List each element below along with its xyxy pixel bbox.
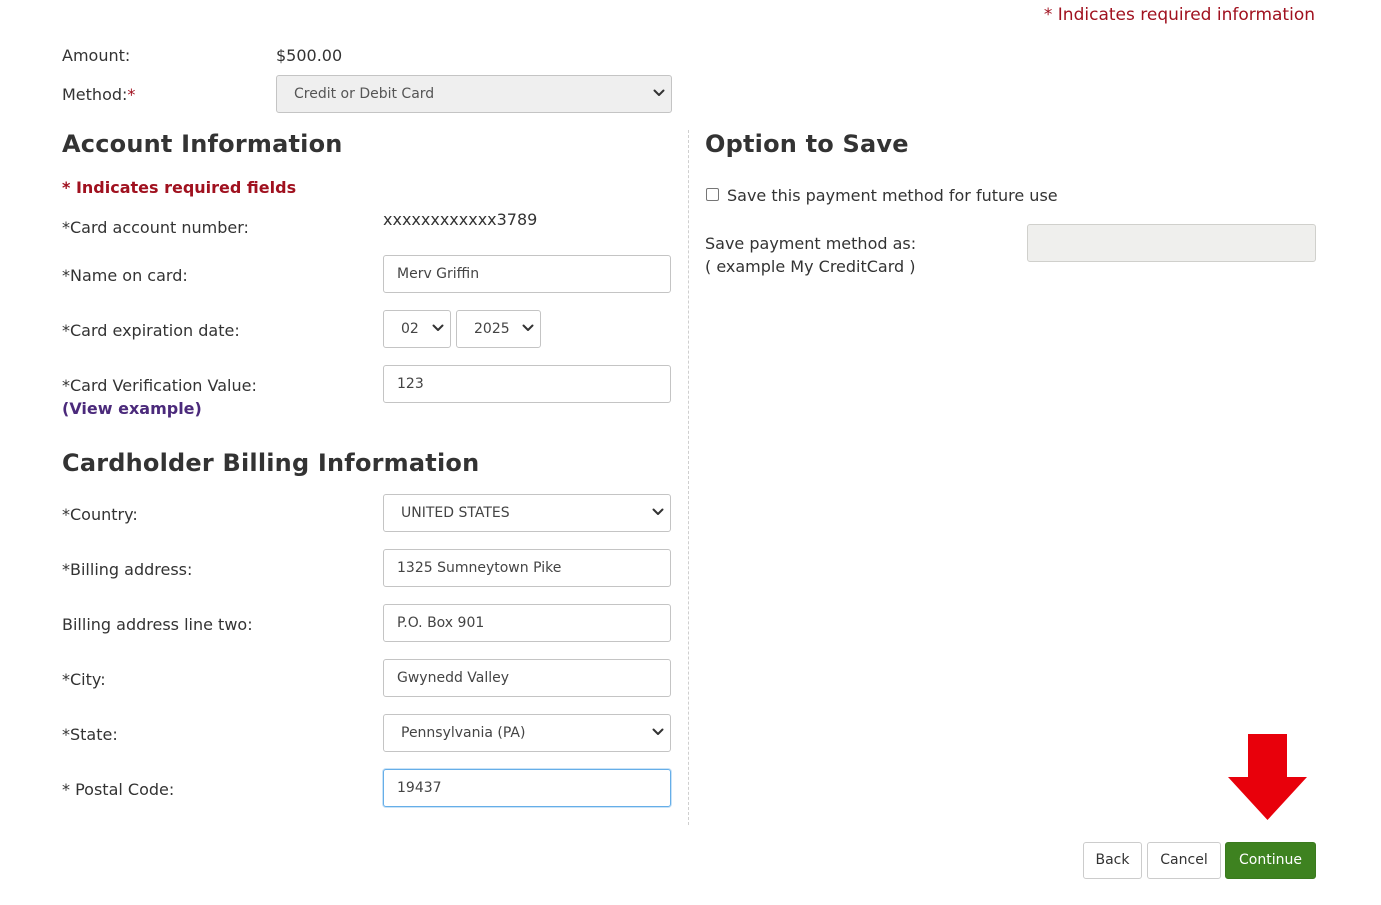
required-mark: *: [127, 85, 136, 104]
city-input[interactable]: [383, 659, 671, 697]
state-value: Pennsylvania (PA): [401, 725, 526, 741]
billing-address-line-two-label: Billing address line two:: [62, 615, 253, 634]
billing-information-heading: Cardholder Billing Information: [62, 449, 480, 477]
billing-address-label: *Billing address:: [62, 560, 193, 579]
payment-method-select[interactable]: Credit or Debit Card: [276, 75, 672, 113]
account-information-heading: Account Information: [62, 130, 343, 158]
card-number-label: *Card account number:: [62, 218, 249, 237]
billing-address-input[interactable]: [383, 549, 671, 587]
cancel-button[interactable]: Cancel: [1147, 842, 1221, 879]
cvv-input[interactable]: [383, 365, 671, 403]
back-button[interactable]: Back: [1083, 842, 1142, 879]
name-on-card-label: *Name on card:: [62, 266, 188, 285]
option-to-save-heading: Option to Save: [705, 130, 909, 158]
name-on-card-input[interactable]: [383, 255, 671, 293]
down-arrow-icon: [1228, 734, 1307, 820]
postal-code-input[interactable]: [383, 769, 671, 807]
expiration-year-value: 2025: [474, 321, 510, 337]
chevron-down-icon: [432, 311, 444, 347]
expiration-year-select[interactable]: 2025: [456, 310, 541, 348]
save-as-label: Save payment method as:: [705, 234, 917, 253]
required-information-note: * Indicates required information: [1043, 5, 1315, 25]
expiration-month-select[interactable]: 02: [383, 310, 451, 348]
method-label: Method:*: [62, 85, 135, 104]
state-select[interactable]: Pennsylvania (PA): [383, 714, 671, 752]
billing-address-line-two-input[interactable]: [383, 604, 671, 642]
save-as-input[interactable]: [1027, 224, 1316, 262]
state-label: *State:: [62, 725, 118, 744]
payment-method-value: Credit or Debit Card: [294, 86, 435, 102]
card-number-value: xxxxxxxxxxxx3789: [383, 210, 538, 229]
column-divider: [688, 130, 689, 825]
save-as-example: ( example My CreditCard ): [705, 257, 916, 276]
expiration-month-value: 02: [401, 321, 419, 337]
save-payment-checkbox[interactable]: [706, 188, 719, 201]
chevron-down-icon: [652, 495, 664, 531]
country-select[interactable]: UNITED STATES: [383, 494, 671, 532]
chevron-down-icon: [652, 715, 664, 751]
save-payment-checkbox-label: Save this payment method for future use: [727, 186, 1058, 205]
chevron-down-icon: [653, 76, 665, 112]
postal-code-label: * Postal Code:: [62, 780, 175, 799]
expiration-date-label: *Card expiration date:: [62, 321, 240, 340]
required-fields-note: * Indicates required fields: [62, 178, 297, 197]
chevron-down-icon: [522, 311, 534, 347]
method-label-text: Method:: [62, 85, 128, 104]
cvv-label: *Card Verification Value:: [62, 376, 257, 395]
country-label: *Country:: [62, 505, 138, 524]
continue-button[interactable]: Continue: [1225, 842, 1316, 879]
city-label: *City:: [62, 670, 106, 689]
amount-value: $500.00: [276, 46, 343, 65]
country-value: UNITED STATES: [401, 505, 510, 521]
amount-label: Amount:: [62, 46, 131, 65]
view-example-link[interactable]: (View example): [62, 399, 202, 418]
